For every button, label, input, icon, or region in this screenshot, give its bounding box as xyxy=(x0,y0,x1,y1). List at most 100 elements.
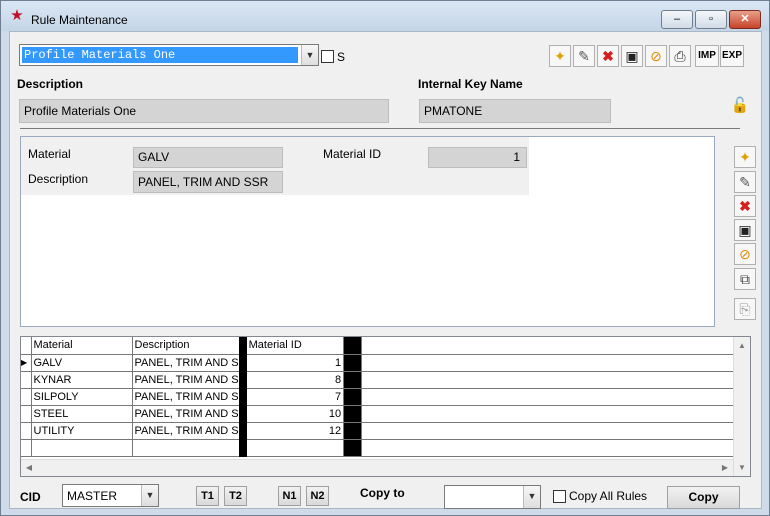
cell-material[interactable]: UTILITY xyxy=(31,422,133,440)
new-icon[interactable]: ✦ xyxy=(549,45,571,67)
chevron-down-icon[interactable]: ▼ xyxy=(301,45,318,65)
grid-filler xyxy=(361,354,737,372)
edit-icon[interactable]: ✎ xyxy=(573,45,595,67)
title-bar[interactable]: ★ Rule Maintenance – ▫ ✕ xyxy=(1,1,769,31)
cell-description[interactable]: PANEL, TRIM AND S xyxy=(132,371,247,389)
copy-to-select[interactable]: ▼ xyxy=(444,485,541,509)
minimize-button[interactable]: – xyxy=(661,10,693,29)
grid-black-column xyxy=(343,439,363,457)
cancel-icon[interactable]: ⊘ xyxy=(645,45,667,67)
scroll-up-icon[interactable]: ▲ xyxy=(734,337,750,354)
materials-table: Material Description Material ID ▶ GALV … xyxy=(21,337,737,457)
table-row[interactable]: STEEL PANEL, TRIM AND S 10 xyxy=(21,405,737,423)
column-header-material[interactable]: Material xyxy=(31,337,133,355)
import-button[interactable]: IMP xyxy=(695,45,719,67)
n2-button[interactable]: N2 xyxy=(306,486,329,506)
detail-description-field[interactable]: PANEL, TRIM AND SSR xyxy=(133,171,283,193)
cell-material[interactable]: KYNAR xyxy=(31,371,133,389)
copy-all-rules-label: Copy All Rules xyxy=(569,489,648,503)
side-save-icon[interactable]: ▣ xyxy=(734,219,756,241)
cell-empty[interactable] xyxy=(132,439,247,457)
materials-grid: Material Description Material ID ▶ GALV … xyxy=(20,336,751,477)
cell-material[interactable]: STEEL xyxy=(31,405,133,423)
table-row[interactable]: KYNAR PANEL, TRIM AND S 8 xyxy=(21,371,737,389)
grid-black-column xyxy=(343,405,363,423)
table-row[interactable]: UTILITY PANEL, TRIM AND S 12 xyxy=(21,422,737,440)
rule-select[interactable]: Profile Materials One ▼ xyxy=(19,44,319,66)
material-id-field[interactable]: 1 xyxy=(428,147,527,168)
row-selector[interactable] xyxy=(21,371,32,389)
internal-key-field[interactable]: PMATONE xyxy=(419,99,611,123)
app-star-icon: ★ xyxy=(10,7,24,24)
maximize-button[interactable]: ▫ xyxy=(695,10,727,29)
cell-description[interactable]: PANEL, TRIM AND S xyxy=(132,354,247,372)
cell-material-id[interactable]: 7 xyxy=(242,388,345,406)
rule-select-value: Profile Materials One xyxy=(22,47,298,63)
table-row[interactable]: ▶ GALV PANEL, TRIM AND S 1 xyxy=(21,354,737,372)
grid-filler xyxy=(361,371,737,389)
cell-description[interactable]: PANEL, TRIM AND S xyxy=(132,422,247,440)
cell-empty[interactable] xyxy=(31,439,133,457)
column-header-description[interactable]: Description xyxy=(132,337,247,355)
vertical-scrollbar[interactable]: ▲ ▼ xyxy=(733,337,750,476)
scroll-down-icon[interactable]: ▼ xyxy=(734,459,750,476)
material-id-label: Material ID xyxy=(323,147,382,161)
save-icon[interactable]: ▣ xyxy=(621,45,643,67)
delete-icon[interactable]: ✖ xyxy=(597,45,619,67)
row-selector[interactable] xyxy=(21,388,32,406)
cell-material-id[interactable]: 12 xyxy=(242,422,345,440)
material-field[interactable]: GALV xyxy=(133,147,283,168)
cell-description[interactable]: PANEL, TRIM AND S xyxy=(132,388,247,406)
n1-button[interactable]: N1 xyxy=(278,486,301,506)
side-cancel-icon[interactable]: ⊘ xyxy=(734,243,756,265)
grid-black-column xyxy=(343,422,363,440)
table-header: Material Description Material ID xyxy=(21,337,737,355)
print-icon[interactable]: ⎙ xyxy=(669,45,691,67)
t2-button[interactable]: T2 xyxy=(224,486,247,506)
grid-filler xyxy=(361,422,737,440)
row-selector[interactable] xyxy=(21,405,32,423)
grid-black-column xyxy=(343,371,363,389)
description-field[interactable]: Profile Materials One xyxy=(19,99,389,123)
detail-panel: Material GALV Material ID 1 Description … xyxy=(20,136,715,327)
close-button[interactable]: ✕ xyxy=(729,10,761,29)
cell-material[interactable]: SILPOLY xyxy=(31,388,133,406)
scroll-right-icon[interactable]: ▶ xyxy=(717,460,733,476)
copy-all-rules-checkbox[interactable] xyxy=(553,490,566,503)
cid-select[interactable]: MASTER ▼ xyxy=(62,484,159,507)
cell-material-id[interactable]: 10 xyxy=(242,405,345,423)
unlock-icon[interactable]: 🔓 xyxy=(730,96,750,114)
side-paste-icon[interactable]: ⎘ xyxy=(734,298,756,320)
description-label: Description xyxy=(17,77,84,91)
cell-material[interactable]: GALV xyxy=(31,354,133,372)
t1-button[interactable]: T1 xyxy=(196,486,219,506)
row-selector[interactable] xyxy=(21,422,32,440)
copy-button[interactable]: Copy xyxy=(667,486,740,509)
scroll-left-icon[interactable]: ◀ xyxy=(21,460,37,476)
table-row-empty[interactable] xyxy=(21,439,737,457)
side-new-icon[interactable]: ✦ xyxy=(734,146,756,168)
grid-filler xyxy=(361,388,737,406)
side-edit-icon[interactable]: ✎ xyxy=(734,171,756,193)
cid-select-value: MASTER xyxy=(67,489,118,503)
cell-material-id[interactable]: 8 xyxy=(242,371,345,389)
internal-key-label: Internal Key Name xyxy=(418,77,523,91)
export-button[interactable]: EXP xyxy=(720,45,744,67)
grid-filler xyxy=(361,439,737,457)
cell-material-id[interactable]: 1 xyxy=(242,354,345,372)
cid-chevron-icon[interactable]: ▼ xyxy=(141,485,158,506)
column-header-material-id[interactable]: Material ID xyxy=(242,337,345,355)
copy-to-chevron-icon[interactable]: ▼ xyxy=(523,486,540,508)
horizontal-scrollbar[interactable]: ◀ ▶ xyxy=(21,459,733,476)
grid-filler xyxy=(361,405,737,423)
side-delete-icon[interactable]: ✖ xyxy=(734,195,756,217)
row-selector[interactable] xyxy=(21,439,32,457)
cell-description[interactable]: PANEL, TRIM AND S xyxy=(132,405,247,423)
row-selector-header xyxy=(21,337,32,355)
cell-empty[interactable] xyxy=(242,439,345,457)
side-copy-icon[interactable]: ⧉ xyxy=(734,268,756,290)
cid-label: CID xyxy=(20,490,41,504)
s-checkbox[interactable] xyxy=(321,50,334,63)
table-row[interactable]: SILPOLY PANEL, TRIM AND S 7 xyxy=(21,388,737,406)
copy-to-value xyxy=(447,488,449,504)
